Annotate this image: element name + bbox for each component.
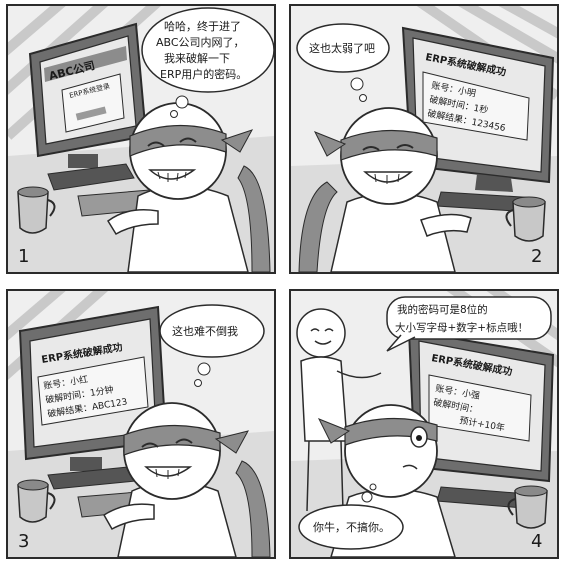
panel-number: 2 bbox=[531, 246, 542, 267]
panel-3-art: ERP系统破解成功 账号：小红 破解时间：1分钟 破解结果：ABC123 这也难… bbox=[8, 291, 274, 557]
panel-number: 4 bbox=[531, 531, 542, 552]
comic-panel-3: ERP系统破解成功 账号：小红 破解时间：1分钟 破解结果：ABC123 这也难… bbox=[6, 289, 276, 559]
panel-number: 3 bbox=[18, 531, 29, 552]
speech-line-1: 我的密码可是8位的 bbox=[397, 303, 488, 316]
comic-panel-4: ERP系统破解成功 账号：小强 破解时间： 预计+10年 我的密码可是8位的 大… bbox=[289, 289, 559, 559]
thought-line-1: 这也难不倒我 bbox=[172, 324, 238, 338]
panel-number: 1 bbox=[18, 246, 29, 267]
thought-line-1: 你牛，不搞你。 bbox=[313, 520, 390, 534]
panel-2-art: ERP系统破解成功 账号：小明 破解时间：1秒 破解结果：123456 这也太弱… bbox=[291, 6, 557, 272]
panel-4-art: ERP系统破解成功 账号：小强 破解时间： 预计+10年 我的密码可是8位的 大… bbox=[291, 291, 557, 557]
comic-panel-1: ABC公司 ERP系统登录 哈哈，终于进了 ABC公司内网了， 我来破解一下 E… bbox=[6, 4, 276, 274]
thought-line-1: 哈哈，终于进了 bbox=[164, 19, 241, 33]
thought-line-4: ERP用户的密码。 bbox=[160, 67, 247, 81]
thought-line-3: 我来破解一下 bbox=[164, 51, 230, 65]
thought-line-2: ABC公司内网了， bbox=[156, 35, 245, 49]
thought-line-1: 这也太弱了吧 bbox=[309, 41, 375, 55]
thought-bubble bbox=[159, 304, 265, 387]
comic-panel-2: ERP系统破解成功 账号：小明 破解时间：1秒 破解结果：123456 这也太弱… bbox=[289, 4, 559, 274]
thought-bubble bbox=[296, 23, 390, 102]
speech-line-2: 大小写字母+数字+标点哦！ bbox=[395, 321, 528, 334]
panel-1-art: ABC公司 ERP系统登录 哈哈，终于进了 ABC公司内网了， 我来破解一下 E… bbox=[8, 6, 274, 272]
comic-strip: ABC公司 ERP系统登录 哈哈，终于进了 ABC公司内网了， 我来破解一下 E… bbox=[0, 0, 565, 569]
